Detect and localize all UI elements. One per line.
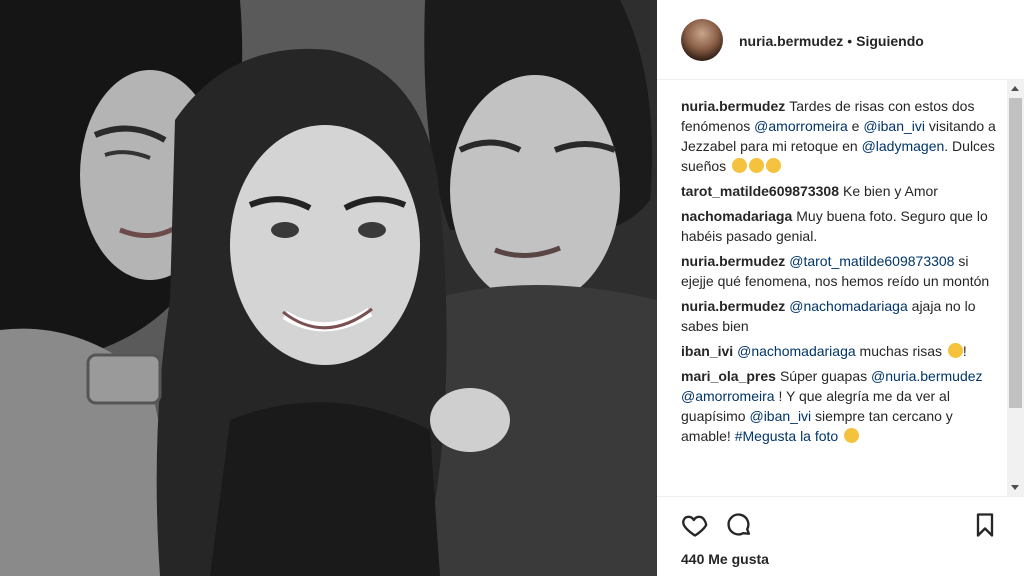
comment-item: nuria.bermudez Tardes de risas con estos … [681, 96, 1005, 176]
post-header: nuria.bermudez • Siguiendo [657, 0, 1024, 80]
comment-mention-link[interactable]: @nuria.bermudez [871, 368, 983, 384]
kiss-emoji [732, 158, 748, 173]
bookmark-icon[interactable] [971, 511, 999, 539]
comment-mention-link[interactable]: #Megusta la foto [735, 428, 839, 444]
photo-illustration [0, 0, 657, 576]
comments-list: nuria.bermudez Tardes de risas con estos … [681, 96, 1005, 496]
comment-mention-link[interactable]: @tarot_matilde609873308 [789, 253, 954, 269]
post-photo[interactable] [0, 0, 657, 576]
comment-text: ! [962, 343, 967, 359]
comment-mention-link[interactable]: @iban_ivi [863, 118, 925, 134]
comment-mention-link[interactable]: @ladymagen [862, 138, 945, 154]
comment-username[interactable]: nachomadariaga [681, 208, 792, 224]
comment-item: mari_ola_pres Súper guapas @nuria.bermude… [681, 366, 1005, 446]
comments-scrollbar[interactable] [1007, 80, 1024, 496]
comment-text: muchas risas [855, 343, 946, 359]
heart-icon[interactable] [681, 511, 709, 539]
comment-username[interactable]: nuria.bermudez [681, 98, 785, 114]
comment-username[interactable]: mari_ola_pres [681, 368, 776, 384]
comment-item: nuria.bermudez @nachomadariaga ajaja no l… [681, 296, 1005, 336]
smile-emoji [844, 428, 860, 443]
comment-item: nachomadariaga Muy buena foto. Seguro que… [681, 206, 1005, 246]
comment-text: Súper guapas [779, 368, 872, 384]
avatar[interactable] [681, 19, 723, 61]
comment-mention-link[interactable]: @nachomadariaga [789, 298, 908, 314]
comment-text: Ke bien y Amor [843, 183, 938, 199]
comment-text [838, 428, 842, 444]
scrollbar-thumb[interactable] [1009, 98, 1022, 408]
comment-item: tarot_matilde609873308 Ke bien y Amor [681, 181, 1005, 201]
comment-mention-link[interactable]: @iban_ivi [749, 408, 811, 424]
rofl-emoji [947, 343, 963, 358]
header-username[interactable]: nuria.bermudez [739, 33, 843, 49]
comment-text: e [847, 118, 864, 134]
comment-username[interactable]: nuria.bermudez [681, 298, 785, 314]
comment-username[interactable]: iban_ivi [681, 343, 733, 359]
comment-icon[interactable] [725, 511, 753, 539]
scroll-up-arrow-icon[interactable] [1007, 80, 1024, 97]
kiss-emoji [766, 158, 782, 173]
comment-mention-link[interactable]: @nachomadariaga [737, 343, 856, 359]
kiss-emoji [749, 158, 765, 173]
post-sidebar: nuria.bermudez • Siguiendo nuria.bermudez T… [657, 0, 1024, 576]
post-actions: 440 Me gusta [657, 496, 1024, 576]
comment-mention-link[interactable]: @amorromeira [754, 118, 848, 134]
scroll-down-arrow-icon[interactable] [1007, 479, 1024, 496]
header-separator: • [847, 33, 853, 49]
comment-username[interactable]: nuria.bermudez [681, 253, 785, 269]
header-line: nuria.bermudez • Siguiendo [739, 33, 924, 49]
comment-username[interactable]: tarot_matilde609873308 [681, 183, 839, 199]
comment-item: nuria.bermudez @tarot_matilde609873308 si… [681, 251, 1005, 291]
comment-mention-link[interactable]: @amorromeira [681, 388, 775, 404]
likes-count[interactable]: 440 Me gusta [681, 551, 769, 567]
comment-item: iban_ivi @nachomadariaga muchas risas ! [681, 341, 1005, 361]
follow-status[interactable]: Siguiendo [856, 33, 924, 49]
